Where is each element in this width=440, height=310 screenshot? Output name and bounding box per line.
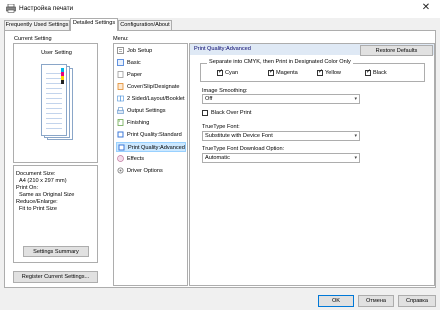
paper-preview-icon: [41, 64, 75, 142]
driver-options-icon: [117, 167, 124, 174]
cyan-label: Cyan: [225, 70, 239, 76]
cancel-button[interactable]: Отмена: [358, 295, 394, 307]
cmyk-separation-group: Separate into CMYK, then Print in Design…: [200, 59, 425, 82]
black-checkbox[interactable]: ✓: [365, 69, 372, 76]
settings-pane: Print Quality:Advanced Restore Defaults …: [189, 43, 435, 286]
black-over-print-label: Black Over Print: [211, 110, 252, 116]
layout-icon: [117, 95, 124, 102]
black-over-print-checkbox[interactable]: [202, 110, 208, 116]
menu-item-driver-options[interactable]: Driver Options: [116, 166, 186, 176]
menu-item-paper[interactable]: Paper: [116, 70, 186, 80]
menu-item-label: Basic: [127, 60, 141, 66]
tab-configuration-about[interactable]: Configuration/About: [118, 20, 172, 30]
menu-item-output-settings[interactable]: Output Settings: [116, 106, 186, 116]
truetype-font-select[interactable]: Substitute with Device Font ▾: [202, 131, 360, 141]
menu-item-label: 2 Sided/Layout/Booklet: [127, 96, 185, 102]
title-bar: Настройка печати ✕: [0, 0, 440, 18]
menu-item-label: Finishing: [127, 120, 150, 126]
truetype-download-select[interactable]: Automatic ▾: [202, 153, 360, 163]
black-label: Black: [373, 70, 387, 76]
cmyk-group-title: Separate into CMYK, then Print in Design…: [207, 59, 353, 65]
image-smoothing-select[interactable]: Off ▾: [202, 94, 360, 104]
menu-item-print-quality-advanced[interactable]: Print Quality:Advanced: [116, 142, 186, 152]
menu-item-label: Effects: [127, 156, 144, 162]
reduce-enlarge-label: Reduce/Enlarge:: [16, 199, 58, 205]
truetype-font-value: Substitute with Device Font: [205, 133, 273, 139]
detailed-settings-panel: Current Setting User Setting Document Si…: [4, 30, 436, 288]
quality-standard-icon: [117, 131, 124, 138]
menu-item-label: Paper: [127, 72, 142, 78]
output-icon: [117, 107, 124, 114]
window-title: Настройка печати: [19, 5, 74, 12]
printer-icon: [6, 4, 16, 13]
yellow-checkbox[interactable]: ✓: [317, 69, 324, 76]
restore-defaults-button[interactable]: Restore Defaults: [360, 45, 433, 56]
menu-item-basic[interactable]: Basic: [116, 58, 186, 68]
settings-title: Print Quality:Advanced: [194, 46, 251, 52]
menu-item-label: Print Quality:Advanced: [128, 145, 185, 151]
menu-item-label: Driver Options: [127, 168, 163, 174]
document-size-label: Document Size:: [16, 171, 56, 177]
truetype-download-label: TrueType Font Download Option:: [202, 146, 285, 152]
current-setting-info: Document Size: A4 (210 x 297 mm) Print O…: [13, 165, 98, 263]
current-setting-label: Current Setting: [14, 36, 52, 42]
menu-item-finishing[interactable]: Finishing: [116, 118, 186, 128]
menu-label: Menu:: [113, 36, 129, 42]
chevron-down-icon: ▾: [354, 155, 357, 161]
ok-button[interactable]: OK: [318, 295, 354, 307]
image-smoothing-value: Off: [205, 96, 213, 102]
menu-list: Job Setup Basic Paper Cover/Slip/Designa…: [113, 43, 188, 286]
menu-item-2-sided-layout-booklet[interactable]: 2 Sided/Layout/Booklet: [116, 94, 186, 104]
check-icon: ✓: [218, 69, 224, 75]
chevron-down-icon: ▾: [354, 133, 357, 139]
close-icon[interactable]: ✕: [420, 2, 432, 14]
magenta-checkbox[interactable]: ✓: [268, 69, 275, 76]
paper-icon: [117, 71, 124, 78]
menu-item-job-setup[interactable]: Job Setup: [116, 46, 186, 56]
register-current-settings-button[interactable]: Register Current Settings...: [13, 271, 98, 283]
cyan-checkbox[interactable]: ✓: [217, 69, 224, 76]
check-icon: ✓: [269, 69, 275, 75]
menu-item-label: Output Settings: [127, 108, 166, 114]
menu-item-label: Cover/Slip/Designate: [127, 84, 180, 90]
document-size-value: A4 (210 x 297 mm): [19, 178, 67, 184]
job-setup-icon: [117, 47, 124, 54]
menu-item-label: Job Setup: [127, 48, 153, 54]
help-button[interactable]: Справка: [398, 295, 436, 307]
menu-item-label: Print Quality:Standard: [127, 132, 182, 138]
basic-icon: [117, 59, 124, 66]
truetype-download-value: Automatic: [205, 155, 230, 161]
print-on-label: Print On:: [16, 185, 39, 191]
reduce-enlarge-value: Fit to Print Size: [19, 206, 57, 212]
menu-item-effects[interactable]: Effects: [116, 154, 186, 164]
chevron-down-icon: ▾: [354, 96, 357, 102]
menu-item-cover-slip-designate[interactable]: Cover/Slip/Designate: [116, 82, 186, 92]
finishing-icon: [117, 119, 124, 126]
effects-icon: [117, 155, 124, 162]
yellow-label: Yellow: [325, 70, 341, 76]
tab-detailed-settings[interactable]: Detailed Settings: [70, 18, 118, 31]
user-setting-label: User Setting: [41, 50, 72, 56]
print-on-value: Same as Original Size: [19, 192, 75, 198]
settings-summary-button[interactable]: Settings Summary: [23, 246, 89, 257]
menu-item-print-quality-standard[interactable]: Print Quality:Standard: [116, 130, 186, 140]
current-setting-preview: User Setting: [13, 43, 98, 163]
tab-frequently-used-settings[interactable]: Frequently Used Settings: [4, 20, 70, 30]
cover-icon: [117, 83, 124, 90]
quality-advanced-icon: [118, 144, 125, 151]
magenta-label: Magenta: [276, 70, 298, 76]
check-icon: ✓: [366, 69, 372, 75]
check-icon: ✓: [318, 69, 324, 75]
truetype-font-label: TrueType Font:: [202, 124, 240, 130]
